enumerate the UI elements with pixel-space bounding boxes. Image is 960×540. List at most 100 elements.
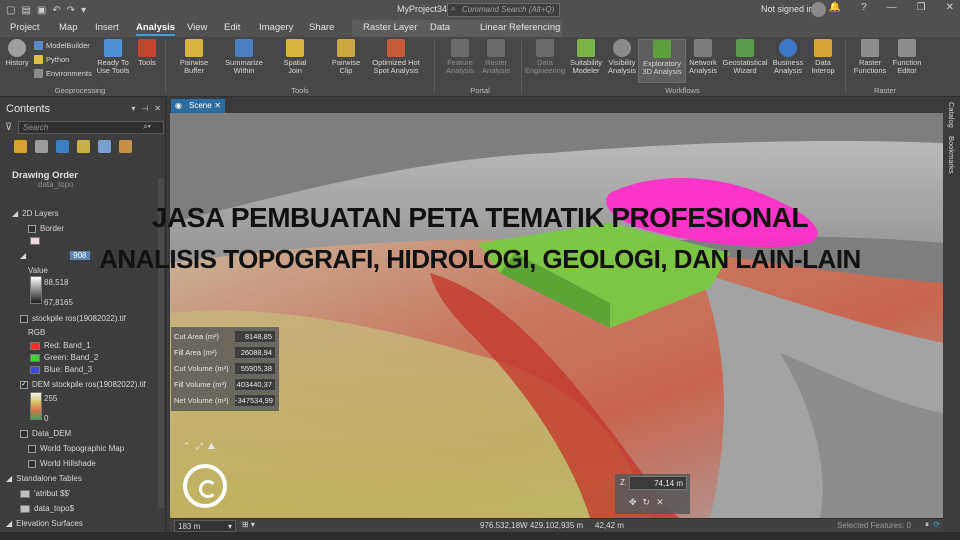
close-button[interactable]: ✕ xyxy=(946,2,954,13)
data-interop-button[interactable]: Data Interop xyxy=(808,39,838,75)
toc-elevation-surfaces[interactable]: ◢ Elevation Surfaces xyxy=(6,519,83,528)
modelbuilder-button[interactable]: ModelBuilder xyxy=(34,41,90,50)
tab-map[interactable]: Map xyxy=(59,22,77,33)
tab-analysis[interactable]: Analysis xyxy=(136,22,176,36)
undo-icon[interactable]: ↶ xyxy=(52,5,60,16)
close-tab-icon[interactable]: ✕ xyxy=(214,101,221,110)
refresh-icon[interactable]: ⟳ xyxy=(933,520,940,529)
scene-view[interactable] xyxy=(170,113,943,518)
tab-scene[interactable]: ◉ Scene ✕ xyxy=(171,99,225,113)
ready-to-use-tools-button[interactable]: Ready To Use Tools xyxy=(94,39,132,75)
tab-imagery[interactable]: Imagery xyxy=(259,22,293,33)
summarize-within-button[interactable]: Summarize Within xyxy=(222,39,266,75)
optimized-hot-spot-button[interactable]: Optimized Hot Spot Analysis xyxy=(370,39,422,75)
pairwise-clip-button[interactable]: Pairwise Clip xyxy=(326,39,366,75)
customize-icon[interactable]: ▾ xyxy=(81,5,86,16)
geostatistical-wizard-button[interactable]: Geostatistical Wizard xyxy=(722,39,768,75)
scale-selector[interactable]: 183 m ▾ xyxy=(174,520,236,532)
tab-data[interactable]: Data xyxy=(430,22,450,33)
cut-fill-panel: Cut Area (m²) 8148,85 Fill Area (m²) 260… xyxy=(171,327,279,411)
rotate-icon[interactable]: ↻ xyxy=(643,497,651,508)
redo-icon[interactable]: ↷ xyxy=(67,5,75,16)
data-source-icon[interactable] xyxy=(35,140,48,153)
collapse-icon: ◢ xyxy=(6,519,13,528)
notification-icon[interactable]: 🔔 xyxy=(829,2,841,13)
exploratory-3d-icon xyxy=(653,40,671,58)
tab-linear-referencing[interactable]: Linear Referencing xyxy=(480,22,560,33)
network-analysis-button[interactable]: Network Analysis xyxy=(686,39,720,75)
legend-red-band: Red: Band_1 xyxy=(30,341,91,350)
data-engineering-button[interactable]: Data Engineering xyxy=(524,39,566,75)
close-icon[interactable]: ✕ xyxy=(656,497,664,508)
tab-catalog[interactable]: Catalog xyxy=(947,102,956,128)
raster-analysis-button[interactable]: Raster Analysis xyxy=(478,39,514,75)
blue-swatch xyxy=(30,365,40,374)
help-button[interactable]: ? xyxy=(861,2,867,13)
toc-layer-dem-stockpile[interactable]: DEM stockpile ros(19082022).tif xyxy=(20,380,146,389)
close-pane-icon[interactable]: ✕ xyxy=(154,104,161,113)
raster-functions-button[interactable]: Raster Functions xyxy=(850,39,890,75)
raster-functions-icon xyxy=(861,39,879,57)
minimize-button[interactable]: — xyxy=(887,2,897,13)
pause-icon[interactable]: ⏸ xyxy=(925,520,929,530)
pin-icon[interactable]: ⊣ xyxy=(141,104,148,113)
layer-checkbox[interactable] xyxy=(20,429,28,438)
layer-checkbox[interactable] xyxy=(20,380,28,389)
toc-layer-world-hillshade[interactable]: World Hillshade xyxy=(28,459,96,468)
new-project-icon[interactable]: ▢ xyxy=(6,5,15,16)
contents-search-input[interactable]: Search ⌕▾ xyxy=(18,121,164,134)
layer-checkbox[interactable] xyxy=(28,444,36,453)
z-value-input[interactable]: 74,14 m xyxy=(629,476,687,490)
python-button[interactable]: Python xyxy=(34,55,69,64)
business-analysis-button[interactable]: Business Analysis xyxy=(770,39,806,75)
toc-table-atribut[interactable]: 'atribut $$' xyxy=(20,489,70,498)
command-search-input[interactable]: ⌕ Command Search (Alt+Q) xyxy=(447,3,560,17)
tab-raster-layer[interactable]: Raster Layer xyxy=(363,22,417,33)
tab-project[interactable]: Project xyxy=(10,22,40,33)
selection-icon[interactable] xyxy=(56,140,69,153)
snapping-icon[interactable] xyxy=(98,140,111,153)
green-swatch xyxy=(30,353,40,362)
pairwise-buffer-button[interactable]: Pairwise Buffer xyxy=(172,39,216,75)
tab-edit[interactable]: Edit xyxy=(224,22,240,33)
tab-view[interactable]: View xyxy=(187,22,207,33)
tab-share[interactable]: Share xyxy=(309,22,334,33)
toc-standalone-tables[interactable]: ◢ Standalone Tables xyxy=(6,474,82,483)
history-button[interactable]: History xyxy=(4,39,30,67)
navigator-control[interactable] xyxy=(183,464,227,508)
tab-insert[interactable]: Insert xyxy=(95,22,119,33)
labeling-icon[interactable] xyxy=(119,140,132,153)
tab-bookmarks[interactable]: Bookmarks xyxy=(947,136,956,174)
move-icon[interactable]: ✥ xyxy=(629,497,637,508)
heads-up-icon[interactable]: ⛰ xyxy=(208,441,216,452)
visibility-analysis-button[interactable]: Visibility Analysis xyxy=(605,39,639,75)
chevron-up-icon[interactable]: ⌃ xyxy=(183,441,191,452)
cut-volume-row: Cut Volume (m³) 55905,38 xyxy=(174,361,276,375)
feature-analysis-button[interactable]: Feature Analysis xyxy=(442,39,478,75)
drawing-order-icon[interactable] xyxy=(14,140,27,153)
selected-features-count: Selected Features: 0 xyxy=(837,521,911,530)
toc-faded-item[interactable]: data_topo xyxy=(38,180,74,189)
toc-layer-world-topo[interactable]: World Topographic Map xyxy=(28,444,124,453)
exploratory-3d-analysis-button[interactable]: Exploratory 3D Analysis xyxy=(638,39,686,83)
suitability-modeler-button[interactable]: Suitability Modeler xyxy=(567,39,605,75)
open-icon[interactable]: ▤ xyxy=(21,5,30,16)
spatial-join-button[interactable]: Spatial Join xyxy=(278,39,312,75)
editing-icon[interactable] xyxy=(77,140,90,153)
toc-layer-data-dem[interactable]: Data_DEM xyxy=(20,429,71,438)
layer-checkbox[interactable] xyxy=(28,459,36,468)
sign-in-status[interactable]: Not signed in xyxy=(761,4,814,14)
function-editor-button[interactable]: Function Editor xyxy=(890,39,924,75)
filter-icon[interactable]: ⊽ xyxy=(5,122,12,133)
toc-layer-stockpile[interactable]: stockpile ros(19082022).tif xyxy=(20,314,126,323)
restore-button[interactable]: ❐ xyxy=(917,2,926,13)
environments-button[interactable]: Environments xyxy=(34,69,92,78)
user-avatar[interactable] xyxy=(811,2,826,17)
tools-button[interactable]: Tools xyxy=(134,39,160,67)
layer-checkbox[interactable] xyxy=(20,314,28,323)
table-icon[interactable]: ⊞ ▾ xyxy=(242,520,255,529)
toc-table-data-topo[interactable]: data_topo$ xyxy=(20,504,74,513)
full-extent-icon[interactable]: ⤢ xyxy=(196,441,203,452)
pane-menu-icon[interactable]: ▾ xyxy=(131,104,135,113)
save-icon[interactable]: ▣ xyxy=(37,5,46,16)
